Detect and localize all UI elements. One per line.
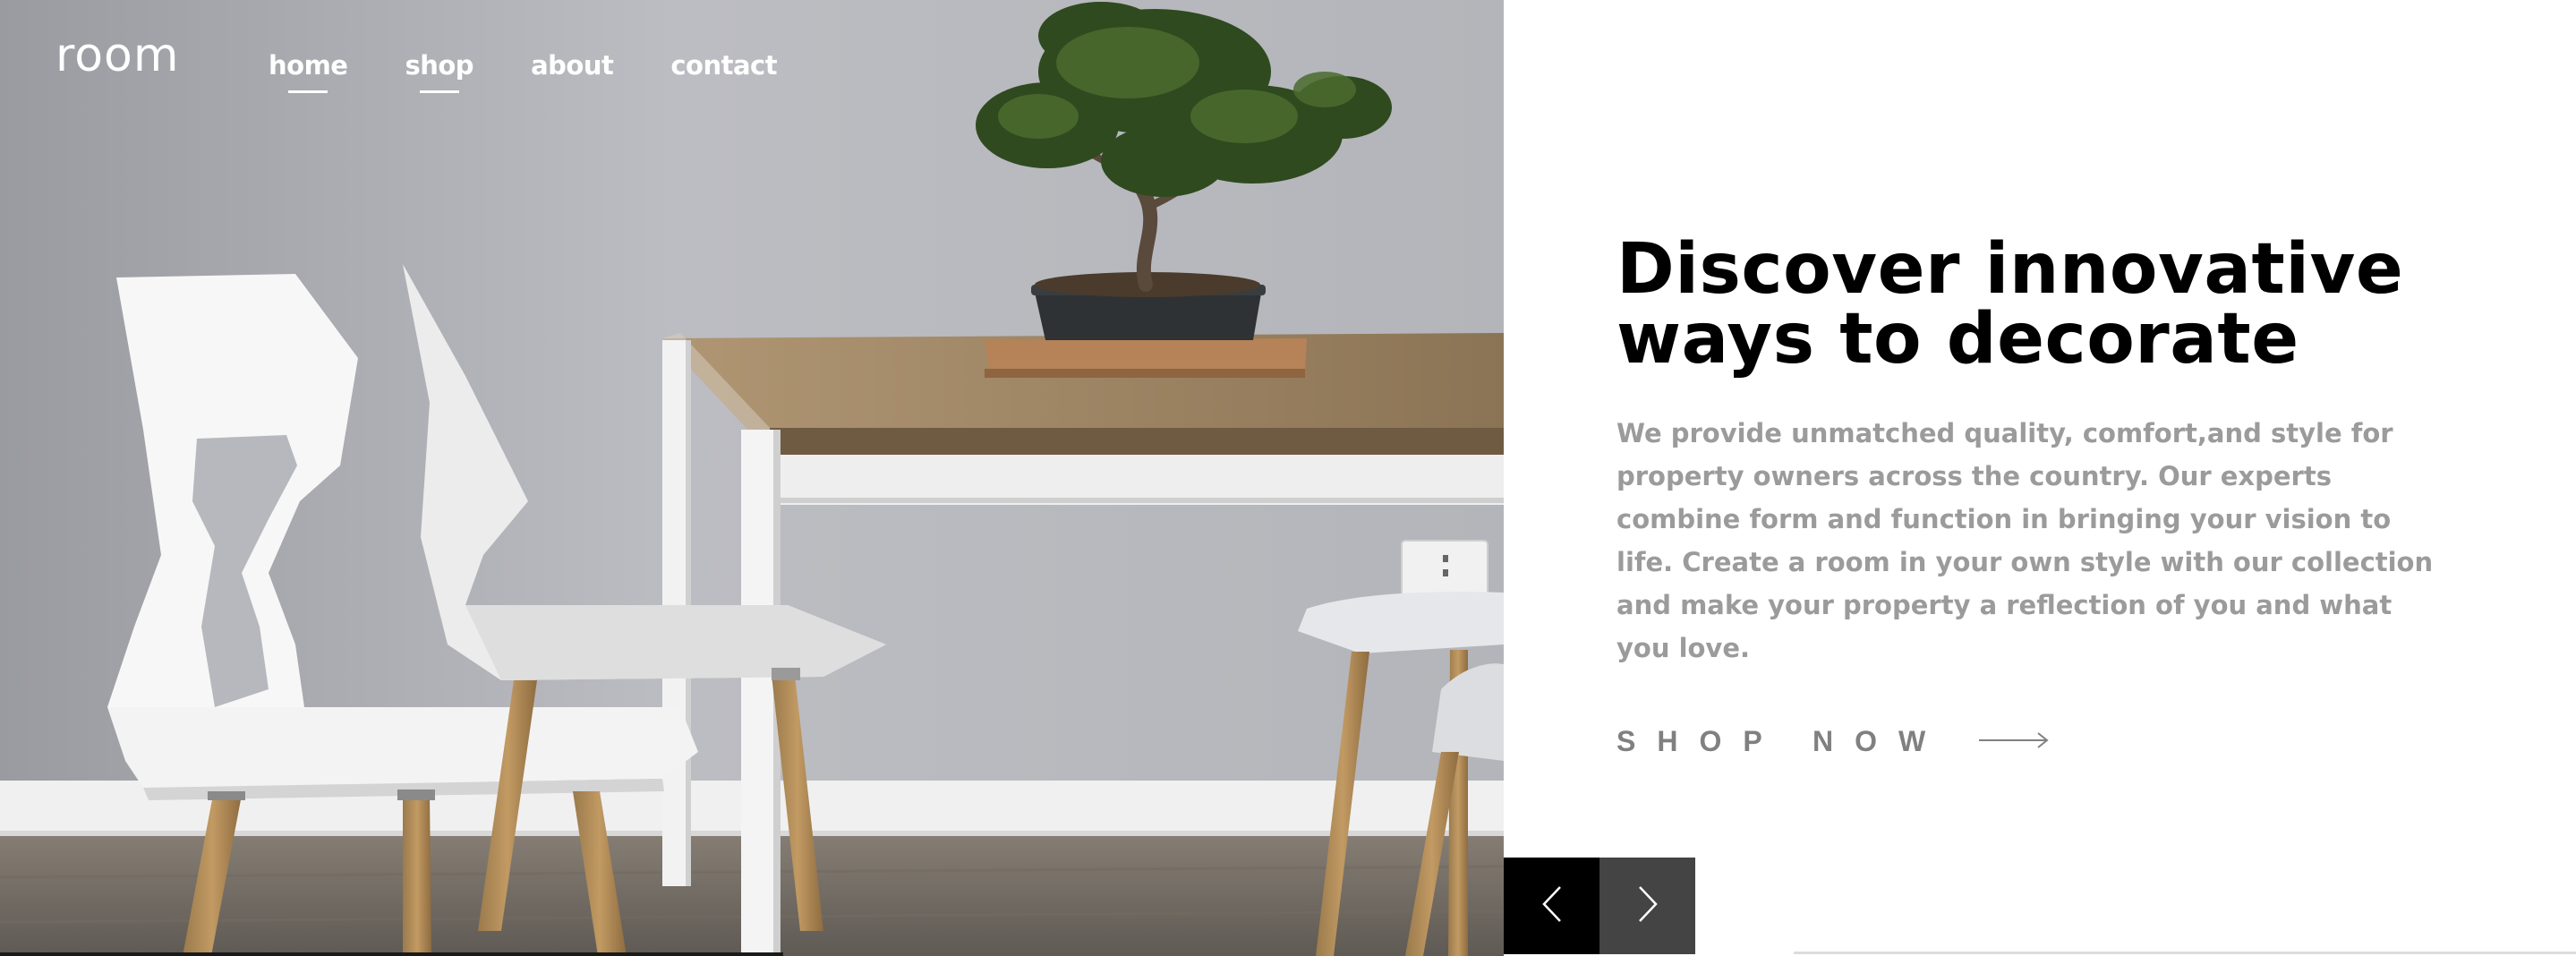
slider-next-button[interactable] [1599, 858, 1695, 954]
slider-controls [1504, 858, 1695, 954]
hero-bottom-divider [0, 952, 783, 956]
slider-prev-button[interactable] [1504, 858, 1599, 954]
hero-image: room home shop about contact [0, 0, 1504, 956]
nav-home-link[interactable]: home [269, 51, 348, 81]
dining-room-photo [0, 0, 1504, 956]
brand-logo[interactable]: room [55, 32, 180, 79]
hero-content: Discover innovative ways to decorate We … [1616, 235, 2458, 758]
slider-progress-line [1794, 952, 2576, 954]
chevron-right-icon [1636, 885, 1659, 926]
hero-description: We provide unmatched quality, comfort,an… [1616, 418, 2434, 663]
nav-shop-link[interactable]: shop [405, 51, 473, 81]
nav-contact-link[interactable]: contact [670, 51, 777, 81]
arrow-right-icon[interactable] [1979, 731, 2051, 753]
shop-now-label[interactable]: SHOP NOW [1616, 725, 1947, 758]
shop-now-link[interactable]: SHOP NOW [1616, 725, 2458, 758]
page: room home shop about contact Discover in… [0, 0, 2576, 956]
main-nav: home shop about contact [269, 51, 778, 81]
chevron-left-icon [1540, 885, 1564, 926]
nav-about-link[interactable]: about [531, 51, 614, 81]
hero-headline: Discover innovative ways to decorate [1616, 229, 2404, 380]
